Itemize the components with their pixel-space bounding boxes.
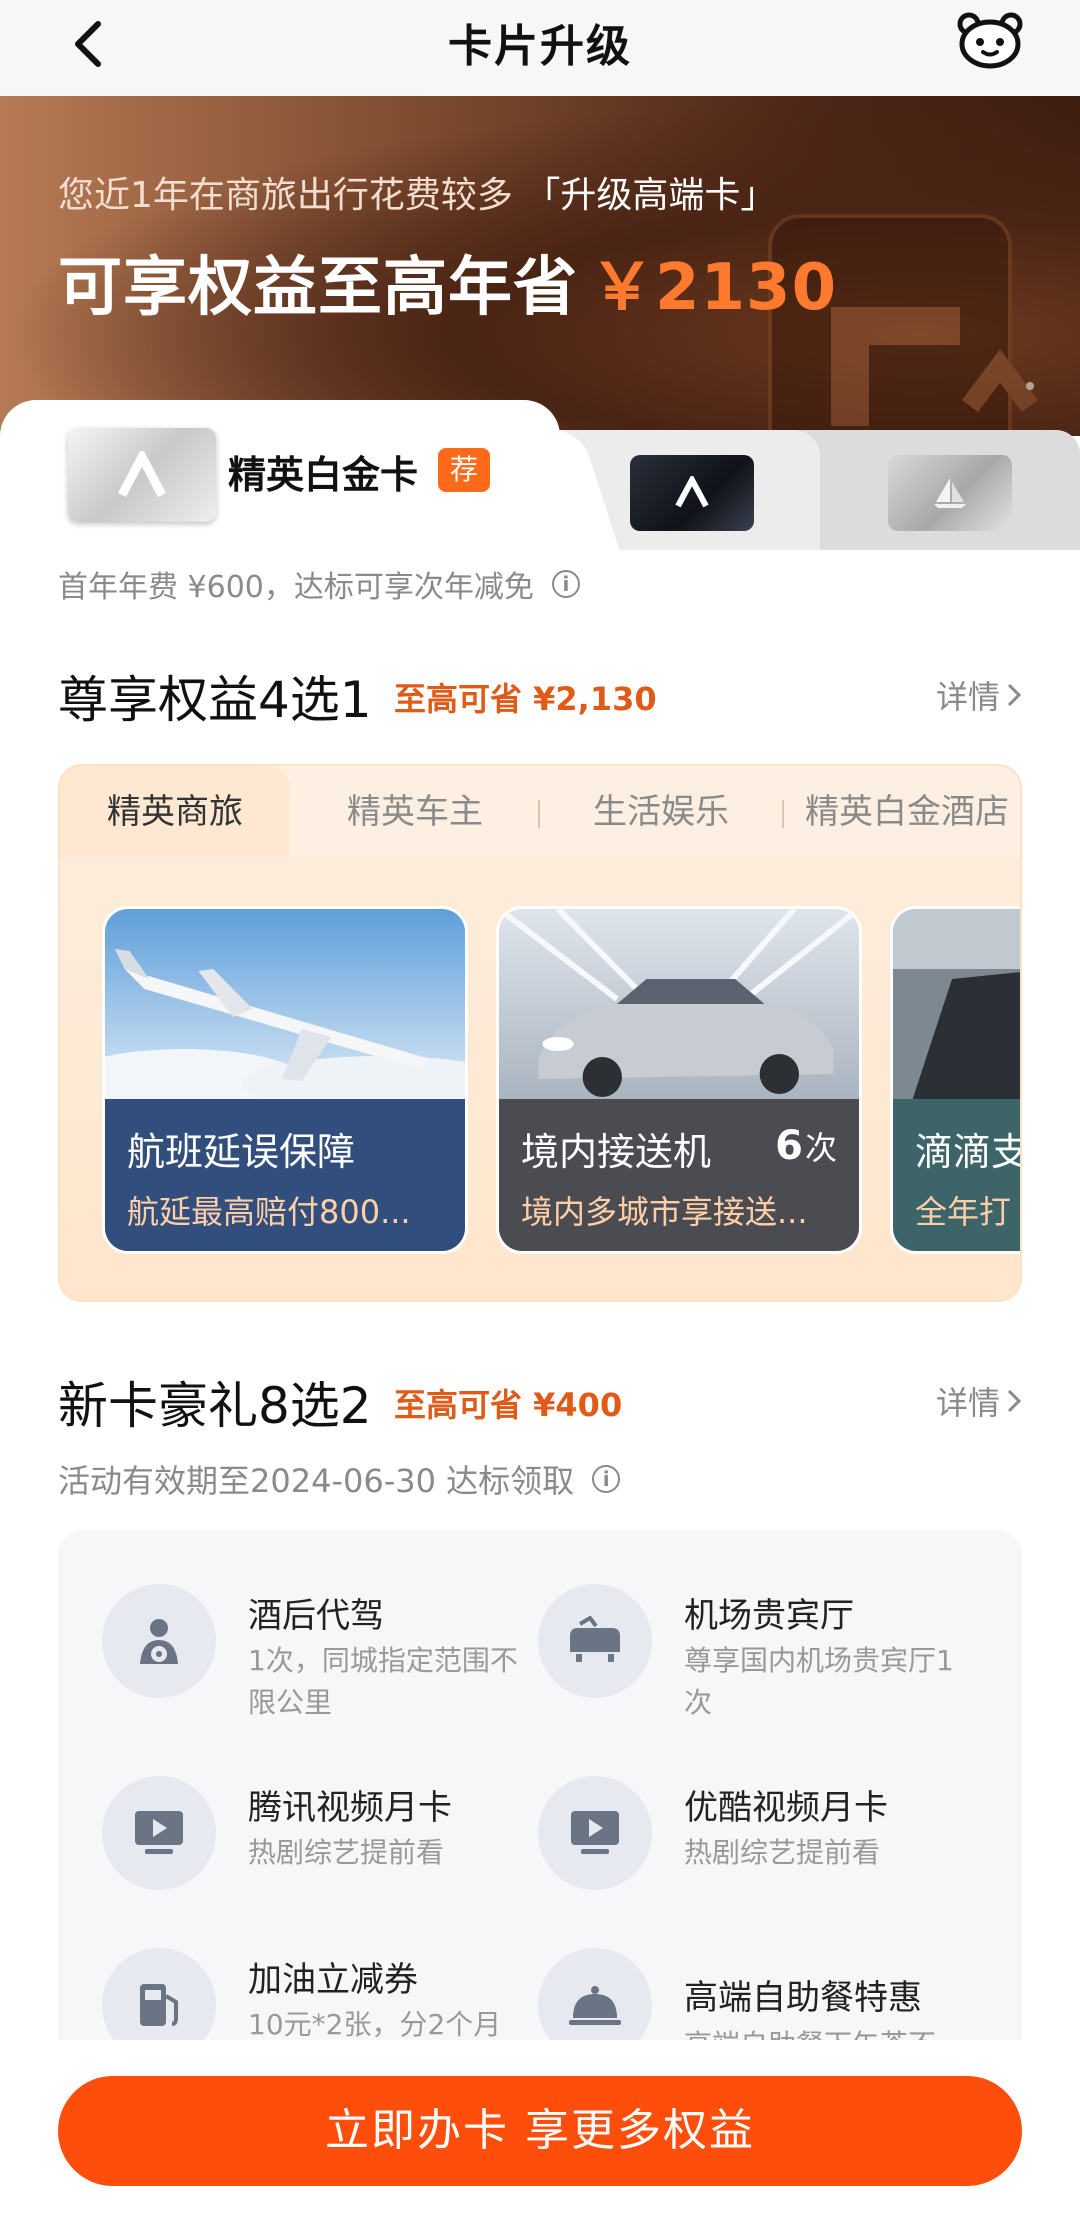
top-nav-bar: 卡片升级: [0, 0, 1080, 96]
benefit-card-caption: 航班延误保障 航延最高赔付800...: [105, 1099, 465, 1251]
gifts-save: 至高可省 ¥400: [394, 1386, 623, 1424]
gift-validity-note: 活动有效期至2024-06-30 达标领取 i: [58, 1456, 621, 1502]
tab-separator: [538, 800, 540, 828]
gifts-detail-link[interactable]: 详情: [936, 1378, 1022, 1424]
benefits-save: 至高可省 ¥2,130: [394, 680, 657, 718]
tab-elite-driver[interactable]: 精英车主: [300, 766, 530, 858]
driver-icon: [102, 1584, 216, 1698]
lounge-sofa-icon: [538, 1584, 652, 1698]
benefit-card-caption: 滴滴支 全年打: [893, 1099, 1022, 1251]
benefit-title: 航班延误保障: [127, 1130, 356, 1174]
annual-fee-note: 首年年费 ¥600，达标可享次年减免 i: [58, 562, 580, 606]
banner-amount: ￥2130: [590, 251, 838, 325]
banner-headline: 可享权益至高年省 ￥2130: [58, 251, 838, 325]
benefit-card-didi[interactable]: 滴滴支 全年打: [890, 906, 1022, 1254]
benefit-category-tabs: 精英商旅 精英车主 生活娱乐 精英白金酒店: [60, 766, 1020, 858]
chevron-right-icon: [1007, 683, 1022, 707]
dining-cloche-icon: [538, 1948, 652, 2040]
tab-lifestyle[interactable]: 生活娱乐: [546, 766, 776, 858]
gift-item-youku-video[interactable]: 优酷视频月卡 热剧综艺提前看: [494, 1776, 934, 1926]
benefit-subtitle: 境内多城市享接送...: [521, 1193, 808, 1231]
banner-highlight: 「升级高端卡」: [524, 175, 777, 216]
silver-card-image[interactable]: [888, 455, 1012, 531]
car-interior-photo: [893, 909, 1020, 1099]
recommend-badge: 荐: [438, 448, 490, 492]
gift-item-tencent-video[interactable]: 腾讯视频月卡 热剧综艺提前看: [58, 1776, 498, 1926]
benefits-title: 尊享权益4选1: [58, 671, 372, 729]
service-bot-icon: [957, 12, 1023, 69]
tab-separator: [782, 800, 784, 828]
card-selector: 精英白金卡 荐: [0, 400, 1080, 550]
benefit-count: 6次: [775, 1123, 837, 1169]
gifts-title: 新卡豪礼8选2: [58, 1377, 372, 1435]
video-play-icon: [538, 1776, 652, 1890]
active-card-name[interactable]: 精英白金卡: [228, 444, 418, 499]
gift-grid: 酒后代驾 1次，同城指定范围不限公里 机场贵宾厅 尊享国内机场贵宾厅1次 腾讯视…: [58, 1530, 1022, 2040]
banner-subtitle: 您近1年在商旅出行花费较多 「升级高端卡」: [58, 175, 777, 216]
page-title: 卡片升级: [448, 21, 632, 72]
benefits-panel: 精英商旅 精英车主 生活娱乐 精英白金酒店 航班延误保障 航延最高赔付800..…: [58, 764, 1022, 1302]
tab-elite-travel[interactable]: 精英商旅: [60, 766, 290, 858]
gift-item-buffet-deal[interactable]: 高端自助餐特惠 高端自助餐下午茶不限: [494, 1948, 936, 2040]
fuel-pump-icon: [102, 1948, 216, 2040]
bottom-cta-bar: 立即办卡 享更多权益: [0, 2040, 1080, 2218]
info-icon[interactable]: i: [592, 1465, 621, 1493]
gift-item-designated-driver[interactable]: 酒后代驾 1次，同城指定范围不限公里: [58, 1584, 518, 1734]
tab-platinum-hotel[interactable]: 精英白金酒店: [790, 766, 1020, 858]
benefit-card-airport-transfer[interactable]: 境内接送机 6次 境内多城市享接送...: [496, 906, 862, 1254]
benefits-detail-link[interactable]: 详情: [936, 672, 1022, 718]
benefit-subtitle: 全年打: [915, 1193, 1012, 1231]
customer-service-button[interactable]: [952, 6, 1028, 76]
benefit-subtitle: 航延最高赔付800...: [127, 1193, 411, 1231]
chevron-right-icon: [1007, 1389, 1022, 1413]
card-logo-icon: [675, 476, 709, 508]
black-card-image[interactable]: [630, 455, 754, 531]
apply-card-button[interactable]: 立即办卡 享更多权益: [58, 2076, 1022, 2186]
card-logo-icon: [118, 451, 166, 498]
sailboat-icon: [934, 478, 966, 508]
benefit-card-caption: 境内接送机 6次 境内多城市享接送...: [499, 1099, 859, 1251]
promo-banner: 您近1年在商旅出行花费较多 「升级高端卡」 可享权益至高年省 ￥2130: [0, 96, 1080, 436]
gift-item-airport-lounge[interactable]: 机场贵宾厅 尊享国内机场贵宾厅1次: [494, 1584, 954, 1734]
info-icon[interactable]: i: [551, 570, 580, 598]
video-play-icon: [102, 1776, 216, 1890]
benefit-title: 滴滴支: [915, 1130, 1022, 1174]
car-photo: [499, 909, 859, 1099]
platinum-card-image[interactable]: [68, 428, 216, 522]
gift-item-fuel-coupon[interactable]: 加油立减券 10元*2张，分2个月派: [58, 1948, 501, 2040]
benefit-card-flight-delay[interactable]: 航班延误保障 航延最高赔付800...: [102, 906, 468, 1254]
airplane-photo: [105, 909, 465, 1099]
benefit-title: 境内接送机: [521, 1130, 712, 1174]
